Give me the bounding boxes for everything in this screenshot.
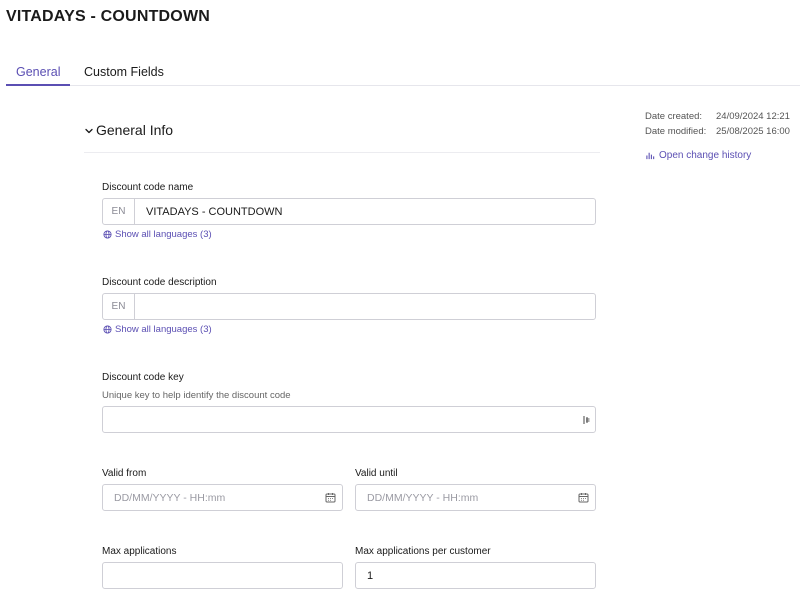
discount-code-name-label: Discount code name (102, 182, 194, 193)
discount-code-key-hint: Unique key to help identify the discount… (102, 390, 291, 401)
tab-bar: General Custom Fields (6, 62, 800, 86)
max-applications-per-customer-input[interactable]: 1 (355, 562, 596, 589)
date-modified-label: Date modified: (645, 125, 707, 137)
tab-custom-fields[interactable]: Custom Fields (74, 65, 174, 85)
open-change-history-link[interactable]: Open change history (646, 150, 751, 161)
max-applications-label: Max applications (102, 546, 177, 557)
discount-code-key-input[interactable] (102, 406, 596, 433)
discount-code-description-label: Discount code description (102, 277, 217, 288)
globe-icon (103, 230, 112, 239)
valid-until-label: Valid until (355, 468, 398, 479)
generate-key-icon[interactable] (582, 415, 591, 425)
globe-icon (103, 325, 112, 334)
discount-code-name-value: VITADAYS - COUNTDOWN (146, 205, 283, 218)
record-meta: Date created: 24/09/2024 12:21 Date modi… (645, 110, 790, 139)
discount-code-key-label: Discount code key (102, 372, 184, 383)
calendar-icon[interactable] (578, 492, 589, 503)
date-created-label: Date created: (645, 111, 703, 122)
open-change-history-label: Open change history (659, 150, 752, 161)
language-prefix: EN (103, 199, 135, 224)
section-title: General Info (96, 122, 174, 138)
general-info-section-header[interactable]: General Info (84, 121, 600, 153)
page-title: VITADAYS - COUNTDOWN (6, 8, 210, 25)
show-all-languages-link[interactable]: Show all languages (3) (103, 324, 212, 335)
valid-from-placeholder: DD/MM/YYYY - HH:mm (114, 491, 226, 504)
discount-code-description-field[interactable]: EN (102, 293, 596, 320)
max-applications-input[interactable] (102, 562, 343, 589)
max-applications-per-customer-value: 1 (367, 569, 374, 582)
valid-from-input[interactable]: DD/MM/YYYY - HH:mm (102, 484, 343, 511)
history-icon (646, 152, 655, 160)
show-all-languages-label: Show all languages (3) (115, 324, 212, 335)
valid-from-label: Valid from (102, 468, 147, 479)
language-prefix: EN (103, 294, 135, 319)
chevron-down-icon (85, 128, 93, 134)
show-all-languages-link[interactable]: Show all languages (3) (103, 229, 212, 240)
date-created-value: 24/09/2024 12:21 (716, 111, 790, 122)
date-modified-value: 25/08/2025 16:00 (716, 125, 790, 137)
discount-code-name-field[interactable]: EN VITADAYS - COUNTDOWN (102, 198, 596, 225)
tab-general[interactable]: General (6, 65, 71, 86)
valid-until-placeholder: DD/MM/YYYY - HH:mm (367, 491, 479, 504)
show-all-languages-label: Show all languages (3) (115, 229, 212, 240)
max-applications-per-customer-label: Max applications per customer (355, 546, 491, 557)
calendar-icon[interactable] (325, 492, 336, 503)
valid-until-input[interactable]: DD/MM/YYYY - HH:mm (355, 484, 596, 511)
